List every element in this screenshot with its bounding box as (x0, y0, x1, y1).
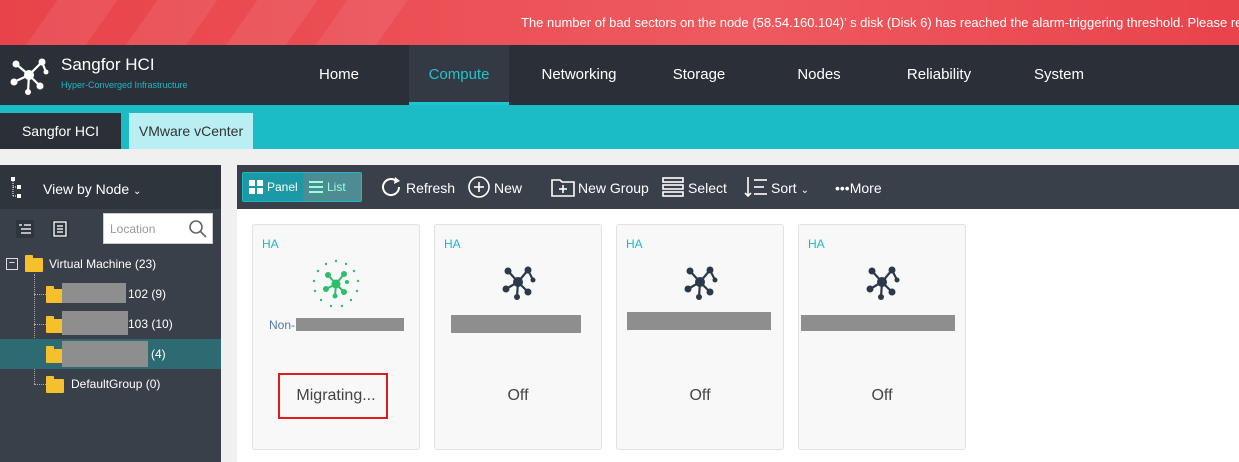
list-label: List (327, 180, 346, 194)
redacted-name (62, 311, 128, 335)
tree-item-label: 102 (9) (128, 287, 167, 301)
tab-vmware-vcenter[interactable]: VMware vCenter (129, 113, 253, 149)
tree-root-label[interactable]: Virtual Machine (23) (49, 257, 156, 271)
sort-button[interactable]: Sort ⌄ (771, 180, 809, 196)
location-search-input[interactable]: Location (103, 213, 213, 244)
more-button[interactable]: •••More (835, 180, 882, 196)
nav-system[interactable]: System (1009, 45, 1109, 105)
redacted-name (627, 312, 771, 330)
redacted-name (801, 315, 955, 331)
tab-sangfor-hci[interactable]: Sangfor HCI (0, 113, 121, 149)
ha-badge: HA (262, 237, 279, 251)
expand-all-icon[interactable] (15, 219, 35, 239)
redacted-name (62, 283, 126, 303)
redacted-name (62, 341, 148, 367)
select-button[interactable]: Select (688, 180, 727, 196)
tree-view-icon (11, 177, 21, 198)
vm-card[interactable]: HA Off (798, 224, 966, 450)
add-circle-icon[interactable] (467, 175, 491, 199)
alarm-text: The number of bad sectors on the node (5… (521, 15, 1239, 30)
collapse-all-icon[interactable] (50, 219, 70, 239)
tree-item-node-103[interactable]: 103 (10) (0, 309, 221, 339)
search-placeholder: Location (110, 222, 156, 236)
select-icon[interactable] (662, 177, 684, 197)
list-icon (309, 181, 323, 193)
nav-storage[interactable]: Storage (649, 45, 749, 105)
tree-item-node-102[interactable]: 102 (9) (0, 279, 221, 309)
vm-icon (502, 266, 536, 300)
ha-badge: HA (808, 237, 825, 251)
folder-icon (46, 376, 64, 393)
tree-item-default-group[interactable]: DefaultGroup (0) (0, 369, 221, 399)
chevron-down-icon: ⌄ (800, 185, 809, 196)
alarm-banner[interactable]: The number of bad sectors on the node (5… (0, 0, 1239, 45)
chevron-down-icon: ⌄ (133, 186, 142, 197)
brand-subtitle: Hyper-Converged Infrastructure (61, 80, 188, 90)
new-group-button[interactable]: New Group (578, 180, 649, 196)
nav-networking[interactable]: Networking (529, 45, 629, 105)
sort-label: Sort (771, 180, 797, 196)
vm-status: Off (689, 387, 711, 404)
vm-migrating-icon (312, 259, 360, 308)
view-mode-toggle: Panel List (242, 172, 362, 202)
new-button[interactable]: New (494, 180, 522, 196)
tree-collapse-toggle[interactable]: − (6, 258, 18, 270)
view-by-label: View by Node (43, 181, 130, 197)
new-group-icon[interactable] (550, 176, 576, 198)
sort-icon[interactable] (744, 176, 768, 198)
search-icon[interactable] (188, 219, 208, 239)
refresh-button[interactable]: Refresh (406, 180, 455, 196)
vm-status: Off (507, 387, 529, 404)
vm-status: Off (871, 387, 893, 404)
tree-item-label: (4) (151, 347, 166, 361)
highlight-box (278, 373, 388, 419)
refresh-icon[interactable] (379, 175, 403, 199)
brand-title: Sangfor HCI (61, 55, 155, 74)
redacted-name (451, 315, 581, 333)
vm-card[interactable]: HA Off (616, 224, 784, 450)
tree-item-selected-node[interactable]: (4) (0, 339, 221, 369)
vm-card[interactable]: HA Off (434, 224, 602, 450)
grid-icon (249, 180, 263, 194)
nav-reliability[interactable]: Reliability (889, 45, 989, 105)
nav-nodes[interactable]: Nodes (769, 45, 869, 105)
view-by-node-dropdown[interactable]: View by Node ⌄ (43, 181, 141, 197)
sangfor-logo-icon (10, 58, 49, 95)
nav-home[interactable]: Home (289, 45, 389, 105)
tree-item-label: 103 (10) (128, 317, 173, 331)
redacted-name (296, 318, 404, 331)
nav-compute[interactable]: Compute (409, 45, 509, 105)
panel-label: Panel (267, 180, 298, 194)
tree-item-label: DefaultGroup (0) (71, 377, 161, 391)
vm-icon (684, 266, 718, 300)
ha-badge: HA (626, 237, 643, 251)
vm-icon (866, 266, 900, 300)
folder-icon (25, 255, 43, 272)
ha-badge: HA (444, 237, 461, 251)
vm-name-prefix: Non- (269, 318, 296, 332)
